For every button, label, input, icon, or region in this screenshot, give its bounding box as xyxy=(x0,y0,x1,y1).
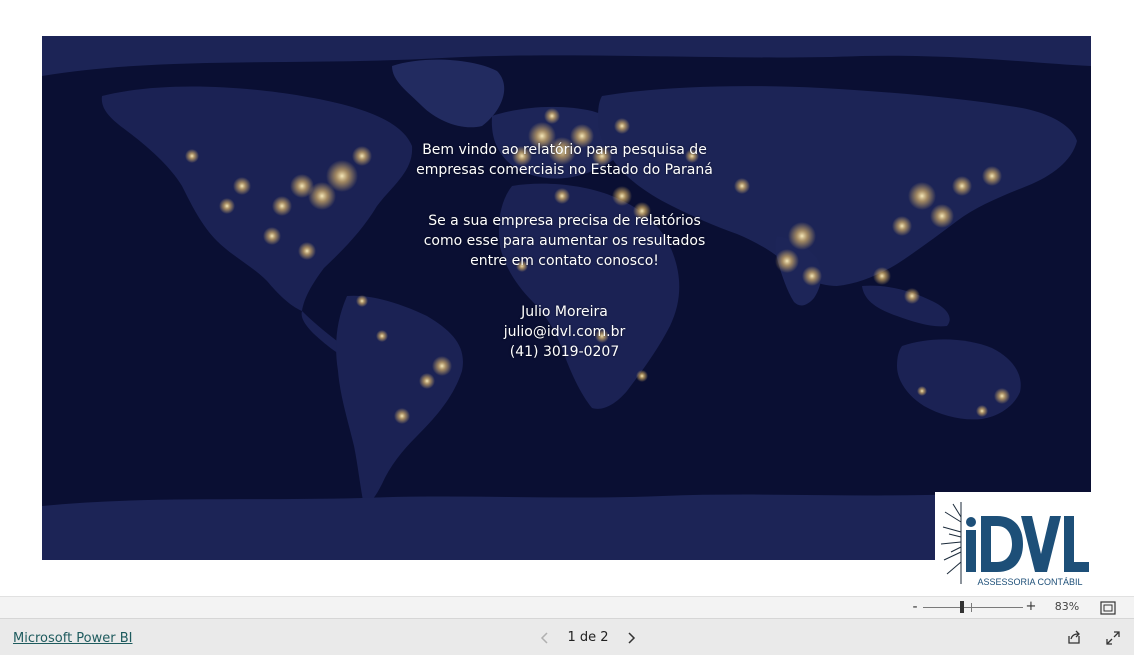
logo-subtitle: ASSESSORIA CONTÁBIL xyxy=(977,577,1082,587)
welcome-line-2: empresas comerciais no Estado do Paraná xyxy=(416,162,713,178)
chevron-left-icon[interactable] xyxy=(538,630,552,646)
company-logo: ASSESSORIA CONTÁBIL xyxy=(935,492,1092,591)
cta-line-3: entre em contato conosco! xyxy=(470,253,659,269)
welcome-line-1: Bem vindo ao relatório para pesquisa de xyxy=(422,142,707,158)
page-indicator: 1 de 2 xyxy=(567,630,609,645)
contact-name: Julio Moreira xyxy=(521,304,608,320)
microsoft-power-bi-link[interactable]: Microsoft Power BI xyxy=(13,631,132,646)
zoom-slider-thumb[interactable] xyxy=(960,601,964,613)
zoom-slider-track[interactable] xyxy=(923,607,1023,608)
chevron-right-icon[interactable] xyxy=(624,630,638,646)
zoom-out-button[interactable]: - xyxy=(910,598,920,616)
zoom-in-button[interactable]: + xyxy=(1025,598,1037,616)
report-page: Bem vindo ao relatório para pesquisa de … xyxy=(42,36,1091,560)
zoom-level-label: 83% xyxy=(1054,600,1080,613)
welcome-message: Bem vindo ao relatório para pesquisa de … xyxy=(382,140,747,362)
report-canvas: Bem vindo ao relatório para pesquisa de … xyxy=(0,0,1134,596)
tree-icon xyxy=(940,502,962,584)
cta-line-1: Se a sua empresa precisa de relatórios xyxy=(428,213,701,229)
contact-email: julio@idvl.com.br xyxy=(503,324,626,340)
fullscreen-icon[interactable] xyxy=(1105,630,1121,646)
contact-phone: (41) 3019-0207 xyxy=(509,344,620,360)
footer-bar: Microsoft Power BI 1 de 2 xyxy=(0,618,1134,655)
zoom-bar: - + 83% xyxy=(0,596,1134,618)
cta-line-2: como esse para aumentar os resultados xyxy=(423,233,706,249)
fit-to-page-icon[interactable] xyxy=(1100,601,1116,615)
zoom-slider-center-tick xyxy=(971,603,972,612)
share-icon[interactable] xyxy=(1066,629,1082,645)
idvl-logo-icon: ASSESSORIA CONTÁBIL xyxy=(940,502,1089,587)
